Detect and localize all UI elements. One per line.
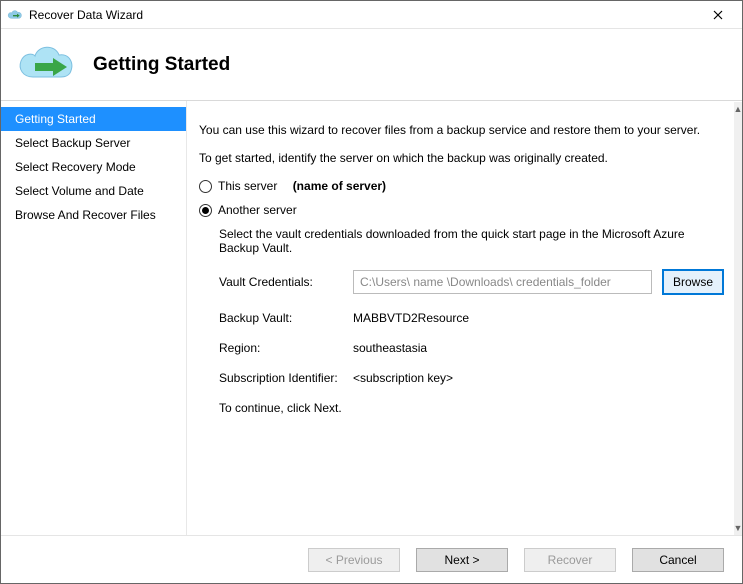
radio-another-server[interactable]: Another server bbox=[199, 203, 724, 217]
step-browse-recover[interactable]: Browse And Recover Files bbox=[1, 203, 186, 227]
wizard-content: You can use this wizard to recover files… bbox=[187, 101, 742, 535]
radio-another-server-label: Another server bbox=[218, 203, 297, 217]
steps-sidebar: Getting Started Select Backup Server Sel… bbox=[1, 101, 187, 535]
step-select-recovery-mode[interactable]: Select Recovery Mode bbox=[1, 155, 186, 179]
another-server-panel: Select the vault credentials downloaded … bbox=[219, 227, 724, 415]
radio-icon bbox=[199, 204, 212, 217]
vertical-scrollbar[interactable]: ▲ ▼ bbox=[734, 102, 742, 535]
region-label: Region: bbox=[219, 341, 353, 355]
scroll-up-icon[interactable]: ▲ bbox=[734, 102, 742, 116]
subscription-row: Subscription Identifier: <subscription k… bbox=[219, 371, 724, 385]
cloud-arrow-icon bbox=[15, 39, 75, 90]
scroll-track[interactable] bbox=[734, 116, 742, 521]
backup-vault-value: MABBVTD2Resource bbox=[353, 311, 469, 325]
vault-credentials-label: Vault Credentials: bbox=[219, 275, 353, 289]
wizard-window: Recover Data Wizard Getting Started Gett… bbox=[0, 0, 743, 584]
region-value: southeastasia bbox=[353, 341, 427, 355]
app-cloud-icon bbox=[7, 7, 23, 23]
radio-this-server-label: This server bbox=[218, 179, 277, 193]
vault-credentials-input[interactable] bbox=[353, 270, 652, 294]
step-getting-started[interactable]: Getting Started bbox=[1, 107, 186, 131]
step-select-volume-date[interactable]: Select Volume and Date bbox=[1, 179, 186, 203]
wizard-body: Getting Started Select Backup Server Sel… bbox=[1, 101, 742, 535]
wizard-footer: < Previous Next > Recover Cancel bbox=[1, 535, 742, 583]
backup-vault-row: Backup Vault: MABBVTD2Resource bbox=[219, 311, 724, 325]
radio-icon bbox=[199, 180, 212, 193]
vault-credentials-row: Vault Credentials: Browse bbox=[219, 269, 724, 295]
recover-button: Recover bbox=[524, 548, 616, 572]
continue-text: To continue, click Next. bbox=[219, 401, 724, 415]
scroll-down-icon[interactable]: ▼ bbox=[734, 521, 742, 535]
wizard-header: Getting Started bbox=[1, 29, 742, 101]
next-button[interactable]: Next > bbox=[416, 548, 508, 572]
radio-this-server[interactable]: This server (name of server) bbox=[199, 179, 724, 193]
region-row: Region: southeastasia bbox=[219, 341, 724, 355]
window-title: Recover Data Wizard bbox=[29, 8, 698, 22]
previous-button: < Previous bbox=[308, 548, 400, 572]
vault-help-text: Select the vault credentials downloaded … bbox=[219, 227, 724, 255]
step-select-backup-server[interactable]: Select Backup Server bbox=[1, 131, 186, 155]
titlebar: Recover Data Wizard bbox=[1, 1, 742, 29]
browse-button[interactable]: Browse bbox=[662, 269, 724, 295]
subscription-value: <subscription key> bbox=[353, 371, 453, 385]
page-title: Getting Started bbox=[93, 54, 230, 76]
close-button[interactable] bbox=[698, 1, 738, 29]
identify-server-text: To get started, identify the server on w… bbox=[199, 151, 724, 165]
cancel-button[interactable]: Cancel bbox=[632, 548, 724, 572]
subscription-label: Subscription Identifier: bbox=[219, 371, 353, 385]
radio-this-server-detail: (name of server) bbox=[293, 179, 386, 193]
backup-vault-label: Backup Vault: bbox=[219, 311, 353, 325]
intro-text: You can use this wizard to recover files… bbox=[199, 123, 724, 137]
